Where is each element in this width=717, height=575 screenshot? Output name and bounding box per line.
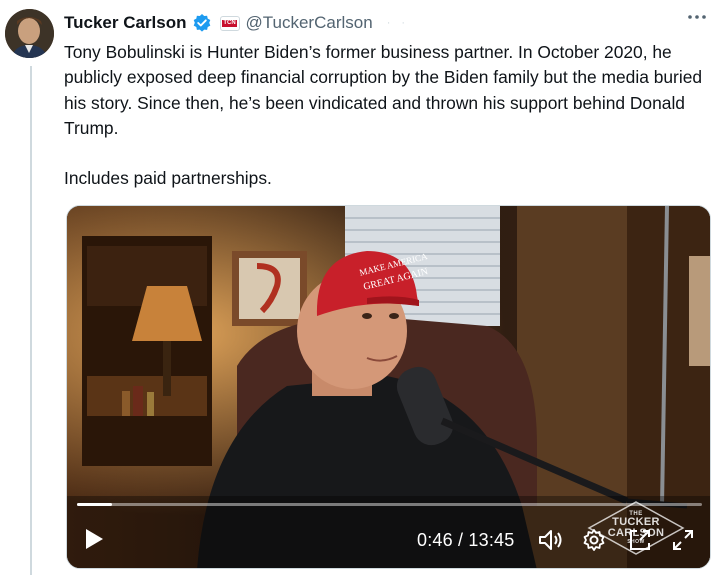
pip-button[interactable] (628, 528, 652, 557)
fullscreen-icon (673, 530, 693, 550)
volume-button[interactable] (537, 528, 563, 557)
fullscreen-button[interactable] (671, 528, 695, 557)
volume-icon (539, 530, 562, 550)
tweet-header: Tucker Carlson TCN @TuckerCarlson · · (64, 11, 409, 35)
pip-icon (630, 530, 650, 550)
author-handle[interactable]: @TuckerCarlson (246, 13, 373, 33)
affiliate-badge-text: TCN (222, 19, 237, 27)
play-button[interactable] (83, 527, 105, 556)
tweet-text: Tony Bobulinski is Hunter Biden’s former… (64, 42, 703, 189)
video-player[interactable]: MAKE AMERICA GREAT AGAIN 0:46 / 13:45 TH… (66, 205, 711, 569)
verified-badge-icon (192, 13, 212, 33)
more-horizontal-icon (688, 15, 706, 19)
faint-separator: · · (386, 17, 410, 29)
play-icon (86, 529, 103, 549)
author-display-name[interactable]: Tucker Carlson (64, 13, 187, 33)
progress-fill (77, 503, 112, 506)
more-options-button[interactable] (686, 6, 708, 34)
thread-line (30, 66, 32, 575)
video-time: 0:46 / 13:45 (417, 530, 515, 550)
affiliate-badge-icon[interactable]: TCN (219, 15, 240, 31)
avatar[interactable] (5, 9, 54, 58)
